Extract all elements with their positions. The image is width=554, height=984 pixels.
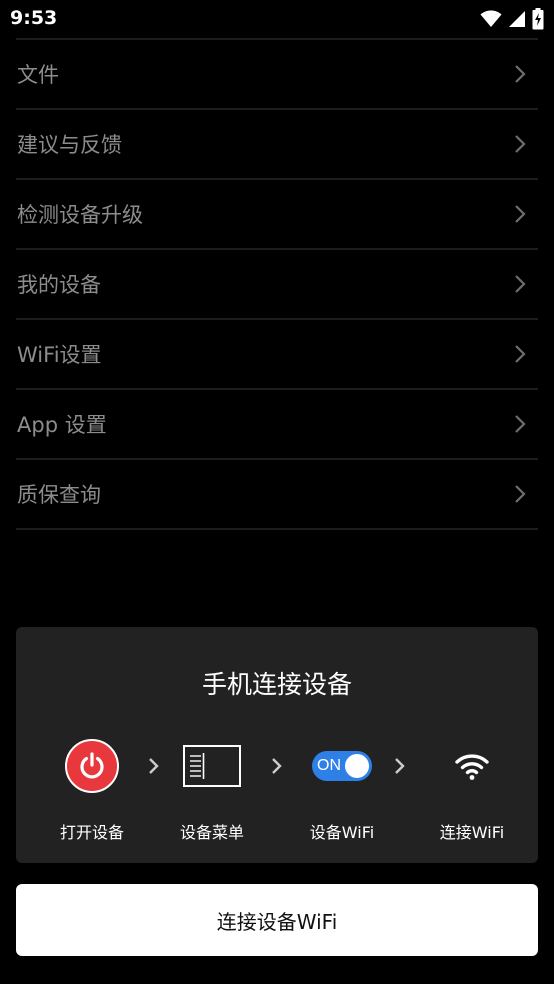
- guide-step-device-menu: 设备菜单: [157, 737, 267, 843]
- battery-charging-icon: [532, 8, 544, 30]
- guide-step-label: 设备WiFi: [309, 823, 375, 842]
- wifi-icon: [480, 10, 502, 27]
- settings-menu-list: 文件 建议与反馈 检测设备升级 我的设备 WiFi设置 App 设置 质保查询: [16, 38, 538, 530]
- chevron-right-icon: [395, 758, 405, 774]
- guide-step-label: 设备菜单: [179, 823, 244, 842]
- status-bar: 9:53: [0, 0, 554, 38]
- guide-step-power-on: 打开设备: [37, 737, 147, 843]
- menu-item-label: 我的设备: [17, 273, 101, 297]
- menu-item-files[interactable]: 文件: [16, 40, 538, 110]
- toggle-on-label: ON: [317, 757, 341, 774]
- chevron-right-icon: [515, 275, 526, 293]
- menu-item-label: 建议与反馈: [17, 133, 122, 157]
- guide-step-label: 连接WiFi: [439, 823, 505, 842]
- menu-item-label: 质保查询: [17, 483, 101, 507]
- menu-item-feedback[interactable]: 建议与反馈: [16, 110, 538, 180]
- chevron-right-icon: [515, 415, 526, 433]
- chevron-right-icon: [515, 135, 526, 153]
- guide-step-label: 打开设备: [59, 823, 124, 842]
- menu-item-warranty[interactable]: 质保查询: [16, 460, 538, 530]
- menu-item-firmware-upgrade[interactable]: 检测设备升级: [16, 180, 538, 250]
- menu-item-app-settings[interactable]: App 设置: [16, 390, 538, 460]
- connection-guide-card: 手机连接设备 打开设备 设备菜单 ON 设备WiFi 连接WiFi: [16, 627, 538, 863]
- wifi-icon: [455, 754, 489, 780]
- chevron-right-icon: [515, 65, 526, 83]
- chevron-right-icon: [515, 345, 526, 363]
- toggle-knob: [345, 754, 369, 778]
- menu-item-label: 文件: [17, 63, 59, 87]
- menu-item-wifi-settings[interactable]: WiFi设置: [16, 320, 538, 390]
- guide-title: 手机连接设备: [201, 670, 352, 699]
- menu-item-label: 检测设备升级: [17, 203, 143, 227]
- connect-device-wifi-button[interactable]: 连接设备WiFi: [16, 884, 538, 956]
- chevron-right-icon: [515, 205, 526, 223]
- chevron-right-icon: [272, 758, 282, 774]
- toggle-on-icon: ON: [312, 751, 372, 781]
- guide-step-connect-wifi: 连接WiFi: [417, 737, 527, 843]
- status-time: 9:53: [10, 7, 58, 29]
- cellular-signal-icon: [509, 11, 525, 27]
- power-icon: [65, 739, 119, 793]
- guide-step-device-wifi: ON 设备WiFi: [287, 737, 397, 843]
- status-icons: [480, 8, 544, 30]
- menu-item-label: App 设置: [17, 413, 107, 437]
- menu-item-my-devices[interactable]: 我的设备: [16, 250, 538, 320]
- device-menu-icon: [183, 745, 241, 787]
- chevron-right-icon: [515, 485, 526, 503]
- menu-item-label: WiFi设置: [17, 343, 102, 367]
